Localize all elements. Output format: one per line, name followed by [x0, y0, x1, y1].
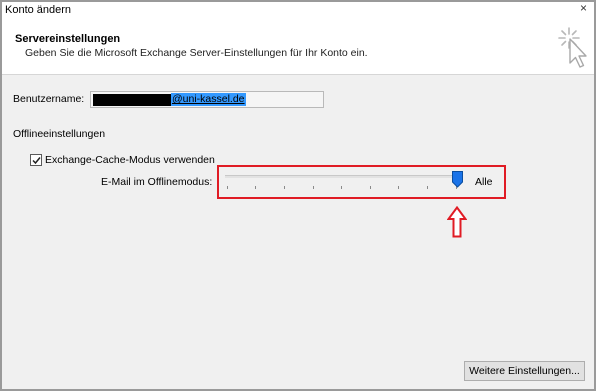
- header-title: Servereinstellungen: [15, 33, 121, 45]
- mail-offline-slider[interactable]: [225, 175, 460, 178]
- mail-offline-label: E-Mail im Offlinemodus:: [101, 176, 213, 188]
- cache-mode-label[interactable]: Exchange-Cache-Modus verwenden: [45, 154, 215, 166]
- slider-tick: [227, 186, 228, 189]
- slider-tick: [284, 186, 285, 189]
- username-label: Benutzername:: [13, 93, 85, 105]
- cache-mode-checkbox[interactable]: [30, 154, 42, 166]
- username-field[interactable]: @uni-kassel.de: [90, 91, 324, 108]
- redacted-username: [93, 94, 171, 106]
- window-title: Konto ändern: [5, 4, 72, 16]
- slider-tick: [255, 186, 256, 189]
- title-bar: Konto ändern ×: [2, 1, 594, 19]
- dialog-window: Konto ändern × Servereinstellungen Geben…: [0, 0, 596, 391]
- slider-tick: [341, 186, 342, 189]
- close-icon[interactable]: ×: [580, 1, 587, 15]
- up-arrow-icon: [447, 206, 467, 238]
- slider-tick: [313, 186, 314, 189]
- username-domain: @uni-kassel.de: [171, 93, 246, 106]
- checkmark-icon: [32, 157, 41, 165]
- offline-section-label: Offlineeinstellungen: [13, 128, 106, 140]
- slider-value-label: Alle: [475, 176, 493, 188]
- slider-tick: [370, 186, 371, 189]
- slider-thumb[interactable]: [452, 171, 463, 188]
- more-settings-button[interactable]: Weitere Einstellungen...: [464, 361, 585, 381]
- dialog-header: Servereinstellungen Geben Sie die Micros…: [2, 19, 594, 75]
- slider-tick: [398, 186, 399, 189]
- header-subtitle: Geben Sie die Microsoft Exchange Server-…: [25, 47, 368, 59]
- slider-tick: [427, 186, 428, 189]
- cursor-click-icon: [558, 27, 587, 68]
